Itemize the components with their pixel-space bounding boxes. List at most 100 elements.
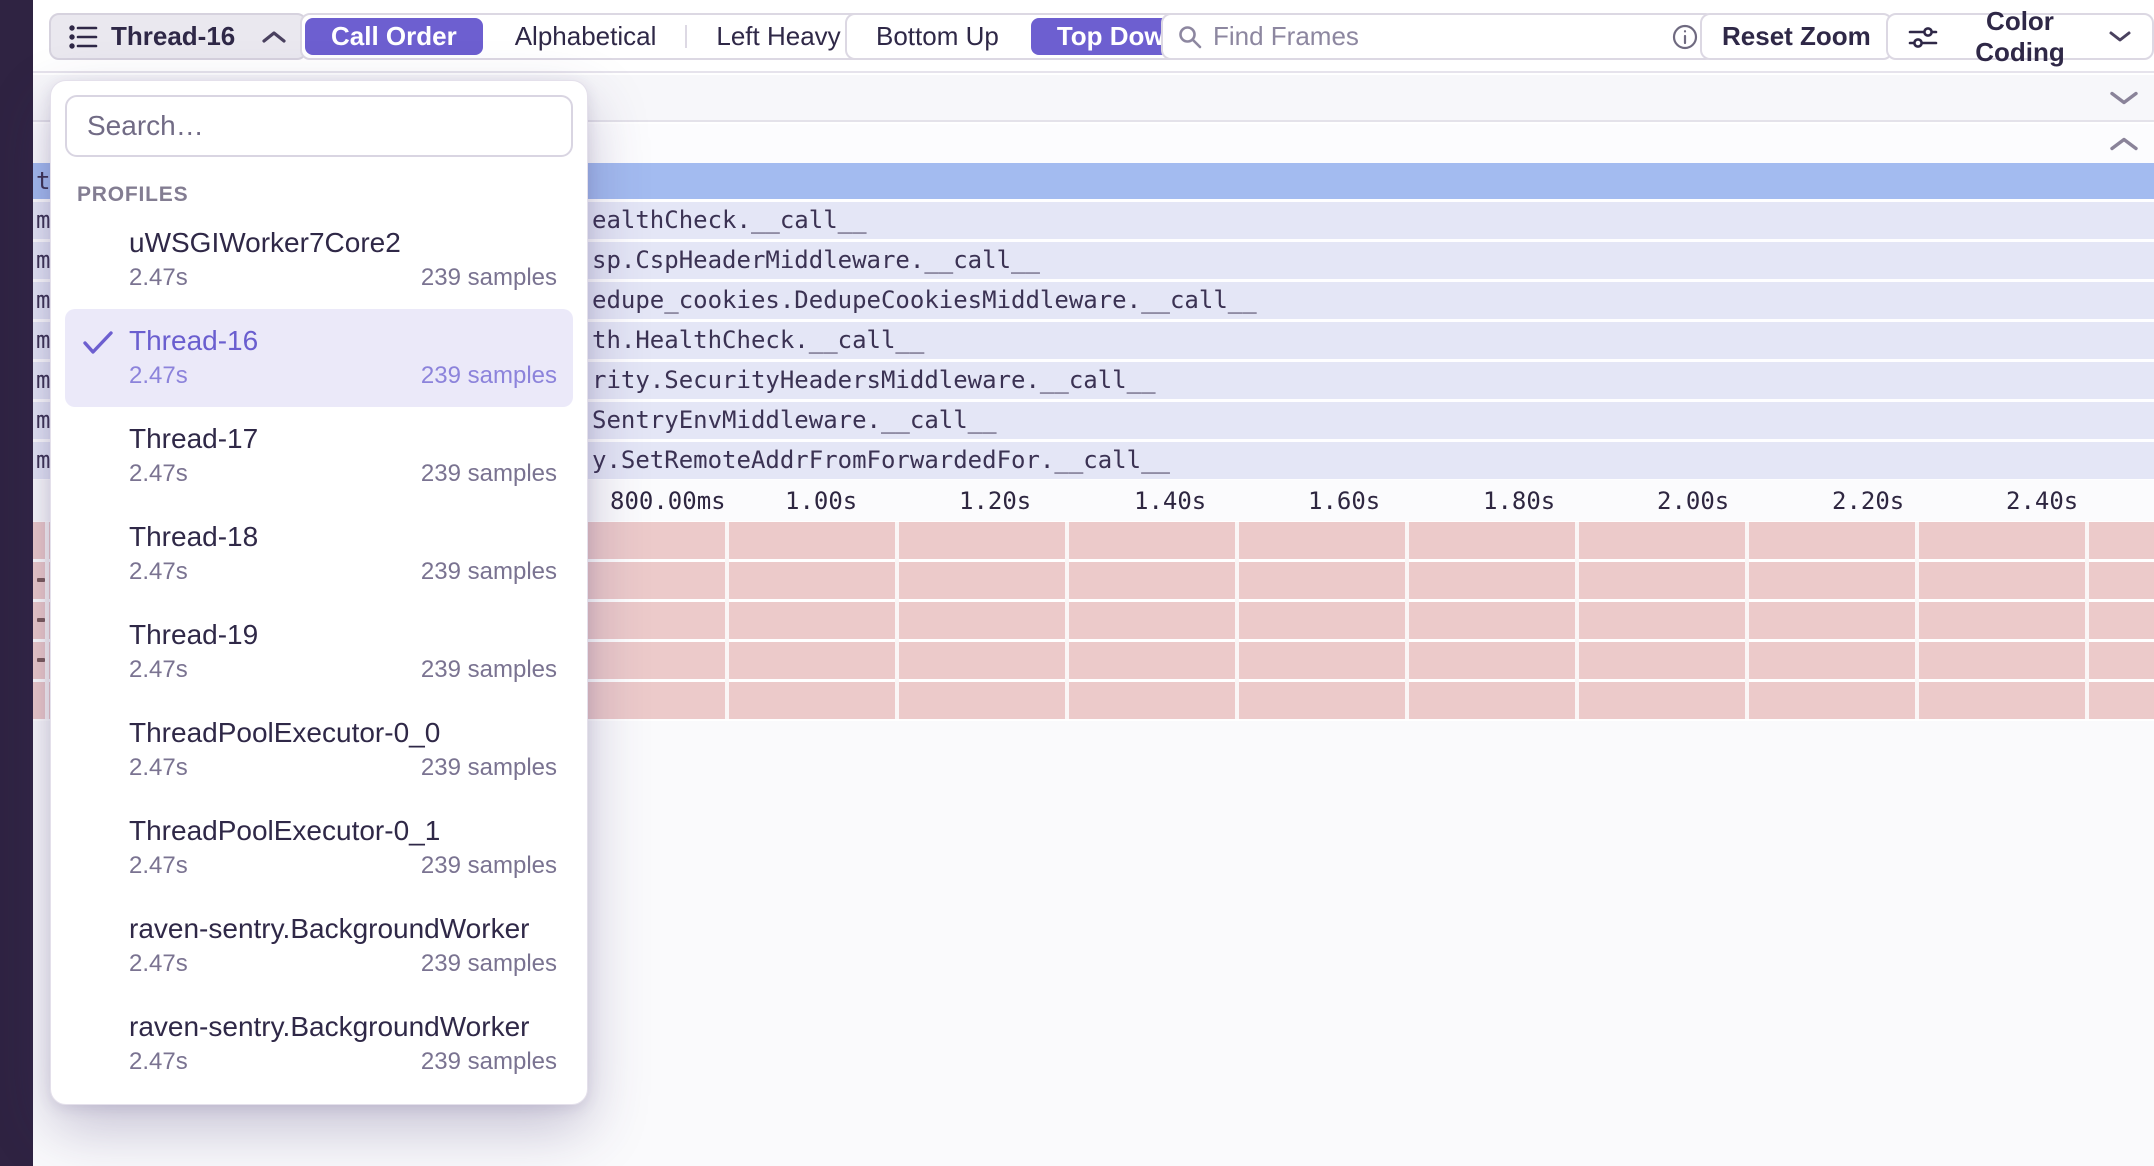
profile-name: Thread-19 <box>129 618 557 652</box>
profile-name: ThreadPoolExecutor-0_0 <box>129 716 557 750</box>
toolbar: Thread-16 Call OrderAlphabeticalLeft Hea… <box>33 0 2154 73</box>
checkmark-icon <box>81 329 115 357</box>
reset-zoom-label: Reset Zoom <box>1722 21 1871 52</box>
profile-name: uWSGIWorker7Core2 <box>129 226 557 260</box>
flame-row-label: y.SetRemoteAddrFromForwardedFor.__call__ <box>592 446 1170 474</box>
flame-row-clipped-label: m <box>36 246 50 274</box>
profile-option[interactable]: uWSGIWorker7Core22.47s 239 samples <box>65 211 573 309</box>
profile-duration: 2.47s <box>129 752 188 784</box>
profile-option[interactable]: Thread-182.47s239 samples <box>65 505 573 603</box>
axis-tick-label: 1.00s <box>785 487 857 515</box>
flame-row-clipped-label: m <box>36 446 50 474</box>
list-icon <box>69 24 99 50</box>
span-column-separator <box>1405 522 1409 719</box>
thread-selector-label: Thread-16 <box>111 21 235 52</box>
info-icon[interactable] <box>1671 23 1699 51</box>
span-column-separator <box>1575 522 1579 719</box>
flame-row-label: ealthCheck.__call__ <box>592 206 867 234</box>
profile-duration: 2.47s <box>129 556 188 588</box>
left-nav-strip <box>0 0 33 1166</box>
profile-name: Thread-18 <box>129 520 557 554</box>
profile-option[interactable]: Thread-172.47s 239 samples <box>65 407 573 505</box>
direction-segmented-control: Bottom UpTop Down <box>845 13 1212 60</box>
profile-duration: 2.47s <box>129 654 188 686</box>
axis-tick-label: 1.20s <box>959 487 1031 515</box>
profile-sample-count: 239 samples <box>421 360 557 392</box>
thread-selector-dropdown: PROFILES uWSGIWorker7Core22.47s239 sampl… <box>50 80 588 1105</box>
flame-row-label: edupe_cookies.DedupeCookiesMiddleware.__… <box>592 286 1257 314</box>
flame-row-clipped-label: m <box>36 286 50 314</box>
profile-duration: 2.47s <box>129 360 188 392</box>
span-column-separator <box>1065 522 1069 719</box>
flame-row-label: SentryEnvMiddleware.__call__ <box>592 406 997 434</box>
profile-sample-count: 239 samples <box>421 654 557 686</box>
flame-row-clipped-label: m <box>36 366 50 394</box>
tab-alphabetical[interactable]: Alphabetical <box>489 18 683 55</box>
span-column-separator <box>725 522 729 719</box>
profile-duration: 2.47s <box>129 262 188 294</box>
span-clipped-label <box>37 618 45 622</box>
profile-option[interactable]: ThreadPoolExecutor-0_02.47s 239 samples <box>65 701 573 799</box>
axis-tick-label: 1.40s <box>1134 487 1206 515</box>
span-column-separator <box>1235 522 1239 719</box>
reset-zoom-button[interactable]: Reset Zoom <box>1700 13 1893 60</box>
flame-row-clipped-label: m <box>36 406 50 434</box>
tab-call-order[interactable]: Call Order <box>305 18 483 55</box>
profile-sample-count: 239 samples <box>421 458 557 490</box>
axis-tick-label: 800.00ms <box>610 487 726 515</box>
profile-name: Thread-17 <box>129 422 557 456</box>
search-icon <box>1177 24 1203 50</box>
flame-row-label: sp.CspHeaderMiddleware.__call__ <box>592 246 1040 274</box>
axis-tick-label: 1.80s <box>1483 487 1555 515</box>
profile-duration: 2.47s <box>129 1046 188 1078</box>
sliders-icon <box>1908 24 1938 50</box>
span-column-separator <box>2085 522 2089 719</box>
chevron-down-icon <box>2108 30 2132 43</box>
profile-sample-count: 239 samples <box>421 752 557 784</box>
profiles-section-label: PROFILES <box>77 183 573 207</box>
tab-left-heavy[interactable]: Left Heavy <box>690 18 866 55</box>
find-frames-field[interactable] <box>1161 13 1715 60</box>
flame-row-label: th.HealthCheck.__call__ <box>592 326 924 354</box>
color-coding-label: Color Coding <box>1948 6 2092 68</box>
axis-tick-label: 2.20s <box>1832 487 1904 515</box>
flame-row-clipped-label: t <box>36 167 50 195</box>
profile-name: raven-sentry.BackgroundWorker <box>129 1010 557 1044</box>
axis-tick-label: 2.40s <box>2006 487 2078 515</box>
span-column-separator <box>1915 522 1919 719</box>
profile-sample-count: 239 samples <box>421 1046 557 1078</box>
profile-sample-count: 239 samples <box>421 850 557 882</box>
profile-option[interactable]: raven-sentry.BackgroundWorker2.47s239 sa… <box>65 897 573 995</box>
segment-divider <box>685 25 687 48</box>
profile-sample-count: 239 samples <box>421 948 557 980</box>
flame-row-clipped-label: m <box>36 206 50 234</box>
profile-duration: 2.47s <box>129 850 188 882</box>
profile-option[interactable]: raven-sentry.BackgroundWorker2.47s 239 sa… <box>65 995 573 1093</box>
chevron-up-icon[interactable] <box>2108 135 2140 152</box>
span-column-separator <box>895 522 899 719</box>
span-column-separator <box>45 522 49 719</box>
thread-selector-button[interactable]: Thread-16 <box>49 13 307 60</box>
profile-duration: 2.47s <box>129 458 188 490</box>
chevron-up-icon <box>261 30 287 44</box>
span-column-separator <box>1745 522 1749 719</box>
profile-name: Thread-16 <box>129 324 557 358</box>
profile-option[interactable]: ThreadPoolExecutor-0_12.47s 239 samples <box>65 799 573 897</box>
flame-row-clipped-label: m <box>36 326 50 354</box>
find-frames-input[interactable] <box>1213 21 1661 52</box>
axis-tick-label: 1.60s <box>1308 487 1380 515</box>
chevron-down-icon[interactable] <box>2108 89 2140 106</box>
tab-bottom-up[interactable]: Bottom Up <box>850 18 1025 55</box>
axis-tick-label: 2.00s <box>1657 487 1729 515</box>
profile-option[interactable]: Thread-162.47s 239 samples <box>65 309 573 407</box>
profile-name: ThreadPoolExecutor-0_1 <box>129 814 557 848</box>
profile-option[interactable]: Thread-192.47s 239 samples <box>65 603 573 701</box>
profiles-list: uWSGIWorker7Core22.47s239 samplesThread-… <box>65 211 573 1093</box>
profile-name: raven-sentry.BackgroundWorker <box>129 912 557 946</box>
flame-row-label: rity.SecurityHeadersMiddleware.__call__ <box>592 366 1156 394</box>
profile-sample-count: 239 samples <box>421 262 557 294</box>
span-clipped-label <box>37 658 45 662</box>
sort-order-segmented-control: Call OrderAlphabeticalLeft Heavy <box>300 13 872 60</box>
dropdown-search-input[interactable] <box>65 95 573 157</box>
color-coding-button[interactable]: Color Coding <box>1886 13 2154 60</box>
